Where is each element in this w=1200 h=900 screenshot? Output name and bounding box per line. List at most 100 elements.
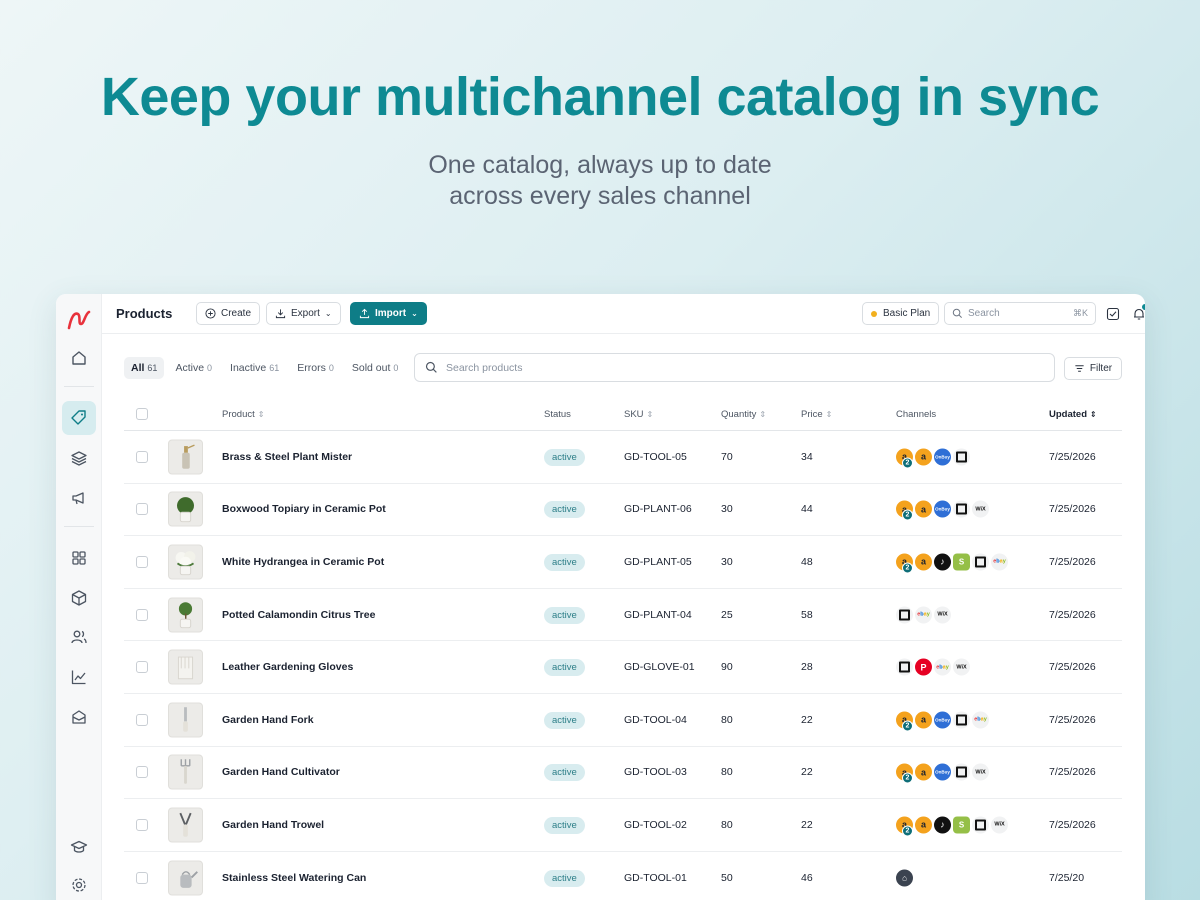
product-name[interactable]: Garden Hand Cultivator (222, 766, 340, 778)
wix-channel-icon[interactable]: WiX (972, 500, 989, 518)
onbuy-channel-icon[interactable]: OnBuy (934, 500, 951, 518)
settings-icon[interactable] (62, 868, 96, 900)
plan-badge[interactable]: Basic Plan (862, 302, 940, 325)
tab-active[interactable]: Active 0 (168, 357, 219, 379)
amazon-channel-icon[interactable]: a2 (896, 500, 913, 521)
filter-button[interactable]: Filter (1064, 357, 1122, 380)
product-name[interactable]: White Hydrangea in Ceramic Pot (222, 556, 384, 568)
shopify-channel-icon[interactable]: S (953, 553, 970, 571)
column-product[interactable]: Product ⇕ (222, 409, 264, 420)
column-sku[interactable]: SKU ⇕ (624, 409, 653, 420)
tasks-icon[interactable] (1104, 305, 1121, 322)
table-row[interactable]: Garden Hand Fork active GD-TOOL-04 80 22 a2aO… (124, 694, 1122, 747)
amazon-channel-icon[interactable]: a (915, 500, 932, 518)
product-thumbnail[interactable] (168, 754, 203, 790)
brand-logo[interactable] (66, 306, 92, 332)
square-channel-icon[interactable] (953, 711, 970, 729)
column-quantity[interactable]: Quantity ⇕ (721, 409, 766, 420)
row-checkbox[interactable] (136, 766, 148, 779)
amazon-channel-icon[interactable]: a2 (896, 553, 913, 574)
amazon-channel-icon[interactable]: a (915, 763, 932, 781)
amazon-channel-icon[interactable]: a (915, 816, 932, 834)
pinterest-channel-icon[interactable]: P (915, 658, 932, 676)
export-button[interactable]: Export ⌄ (266, 302, 341, 325)
square-channel-icon[interactable] (972, 816, 989, 834)
row-checkbox[interactable] (136, 871, 148, 884)
ebay-channel-icon[interactable]: ebay (934, 658, 951, 676)
layers-icon[interactable] (62, 441, 96, 475)
onbuy-channel-icon[interactable]: OnBuy (934, 448, 951, 466)
product-name[interactable]: Boxwood Topiary in Ceramic Pot (222, 503, 386, 515)
product-name[interactable]: Potted Calamondin Citrus Tree (222, 609, 375, 621)
tiktok-channel-icon[interactable]: ♪ (934, 816, 951, 834)
create-button[interactable]: Create (196, 302, 261, 325)
square-channel-icon[interactable] (972, 553, 989, 571)
shopify-channel-icon[interactable]: S (953, 816, 970, 834)
product-name[interactable]: Garden Hand Fork (222, 714, 314, 726)
amazon-channel-icon[interactable]: a2 (896, 448, 913, 469)
select-all-checkbox[interactable] (136, 408, 148, 420)
table-row[interactable]: White Hydrangea in Ceramic Pot active GD-P… (124, 536, 1122, 589)
tab-errors[interactable]: Errors 0 (290, 357, 341, 379)
megaphone-icon[interactable] (62, 481, 96, 515)
amazon-channel-icon[interactable]: a (915, 553, 932, 571)
tab-all[interactable]: All 61 (124, 357, 165, 379)
wix-channel-icon[interactable]: WiX (953, 658, 970, 676)
square-channel-icon[interactable] (896, 606, 913, 624)
product-name[interactable]: Stainless Steel Watering Can (222, 872, 366, 884)
row-checkbox[interactable] (136, 713, 148, 726)
column-updated[interactable]: Updated ⇕ (1049, 409, 1097, 420)
row-checkbox[interactable] (136, 555, 148, 568)
product-thumbnail[interactable] (168, 807, 203, 843)
amazon-channel-icon[interactable]: a2 (896, 763, 913, 784)
product-name[interactable]: Garden Hand Trowel (222, 819, 324, 831)
ebay-channel-icon[interactable]: ebay (972, 711, 989, 729)
table-row[interactable]: Stainless Steel Watering Can active GD-TOO… (124, 852, 1122, 900)
amazon-channel-icon[interactable]: a2 (896, 816, 913, 837)
square-channel-icon[interactable] (896, 658, 913, 676)
tag-icon[interactable] (62, 401, 96, 435)
wix-channel-icon[interactable]: WiX (991, 816, 1008, 834)
product-name[interactable]: Leather Gardening Gloves (222, 661, 353, 673)
home-icon[interactable] (62, 341, 96, 375)
product-thumbnail[interactable] (168, 491, 203, 527)
ebay-channel-icon[interactable]: ebay (991, 553, 1008, 571)
onbuy-channel-icon[interactable]: OnBuy (934, 763, 951, 781)
square-channel-icon[interactable] (953, 500, 970, 518)
column-price[interactable]: Price ⇕ (801, 409, 832, 420)
tiktok-channel-icon[interactable]: ♪ (934, 553, 951, 571)
table-row[interactable]: Brass & Steel Plant Mister active GD-TOOL-… (124, 431, 1122, 484)
tab-inactive[interactable]: Inactive 61 (223, 357, 286, 379)
table-row[interactable]: Garden Hand Trowel active GD-TOOL-02 80 22 a2… (124, 799, 1122, 852)
product-thumbnail[interactable] (168, 649, 203, 685)
storefront-channel-icon[interactable]: ⌂ (896, 869, 913, 887)
import-button[interactable]: Import ⌄ (350, 302, 427, 325)
table-row[interactable]: Leather Gardening Gloves active GD-GLOVE-0… (124, 641, 1122, 694)
row-checkbox[interactable] (136, 818, 148, 831)
amazon-channel-icon[interactable]: a (915, 711, 932, 729)
product-thumbnail[interactable] (168, 860, 203, 896)
global-search[interactable]: Search ⌘K (944, 302, 1096, 325)
square-channel-icon[interactable] (953, 763, 970, 781)
product-thumbnail[interactable] (168, 544, 203, 580)
table-row[interactable]: Boxwood Topiary in Ceramic Pot active GD-P… (124, 484, 1122, 537)
bell-icon[interactable] (1130, 304, 1145, 322)
row-checkbox[interactable] (136, 608, 148, 621)
product-name[interactable]: Brass & Steel Plant Mister (222, 451, 352, 463)
wix-channel-icon[interactable]: WiX (972, 763, 989, 781)
product-search-input[interactable]: Search products (414, 353, 1055, 382)
table-row[interactable]: Garden Hand Cultivator active GD-TOOL-03 80… (124, 747, 1122, 800)
box-icon[interactable] (62, 581, 96, 615)
amazon-channel-icon[interactable]: a (915, 448, 932, 466)
graduation-cap-icon[interactable] (62, 830, 96, 864)
table-row[interactable]: Potted Calamondin Citrus Tree active GD-PL… (124, 589, 1122, 642)
product-thumbnail[interactable] (168, 439, 203, 475)
row-checkbox[interactable] (136, 450, 148, 463)
wix-channel-icon[interactable]: WiX (934, 606, 951, 624)
users-icon[interactable] (62, 620, 96, 654)
chart-icon[interactable] (62, 660, 96, 694)
onbuy-channel-icon[interactable]: OnBuy (934, 711, 951, 729)
tab-sold-out[interactable]: Sold out 0 (345, 357, 406, 379)
grid-icon[interactable] (62, 541, 96, 575)
product-thumbnail[interactable] (168, 597, 203, 633)
